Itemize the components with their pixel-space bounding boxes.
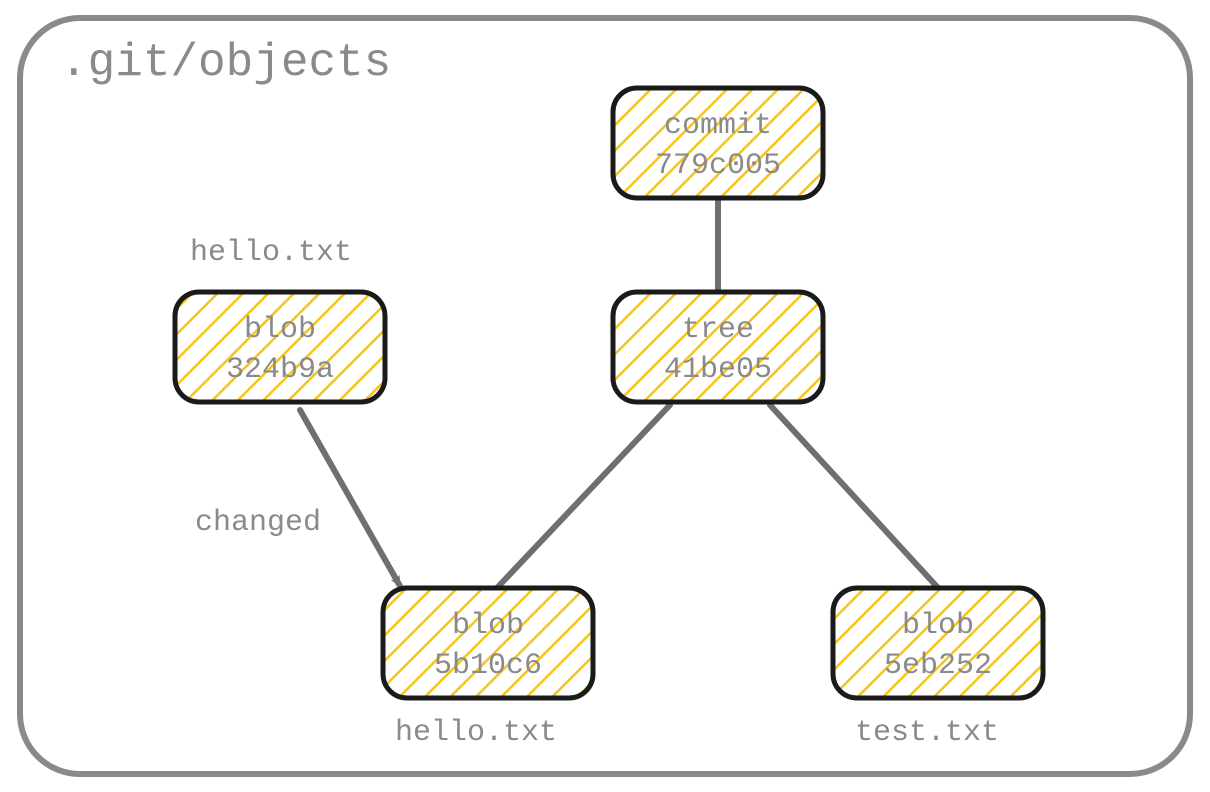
edge-tree-to-blob-test xyxy=(770,405,940,590)
node-blob-new-hello-type: blob xyxy=(452,609,524,643)
node-blob-new-hello-hash: 5b10c6 xyxy=(434,649,542,683)
edge-changed-arrow xyxy=(300,410,400,586)
node-blob-old-hello-hash: 324b9a xyxy=(226,353,334,387)
node-blob-new-hello: blob 5b10c6 xyxy=(383,588,593,698)
node-blob-test: blob 5eb252 xyxy=(833,588,1043,698)
node-commit: commit 779c005 xyxy=(613,88,823,198)
container-title: .git/objects xyxy=(60,37,391,89)
node-commit-hash: 779c005 xyxy=(655,149,781,183)
label-changed: changed xyxy=(195,506,321,540)
edge-tree-to-blob-hello xyxy=(495,405,670,590)
label-test-filename: test.txt xyxy=(855,716,999,750)
node-tree-hash: 41be05 xyxy=(664,353,772,387)
node-tree: tree 41be05 xyxy=(613,292,823,402)
node-tree-type: tree xyxy=(682,313,754,347)
node-blob-test-hash: 5eb252 xyxy=(884,649,992,683)
node-commit-type: commit xyxy=(664,109,772,143)
node-blob-test-type: blob xyxy=(902,609,974,643)
node-blob-old-hello: blob 324b9a xyxy=(175,292,385,402)
node-blob-old-hello-type: blob xyxy=(244,313,316,347)
label-new-hello-filename: hello.txt xyxy=(395,716,557,750)
label-old-hello-filename: hello.txt xyxy=(190,236,352,270)
git-objects-diagram: .git/objects commit 779c005 tree 41be05 … xyxy=(0,0,1210,792)
